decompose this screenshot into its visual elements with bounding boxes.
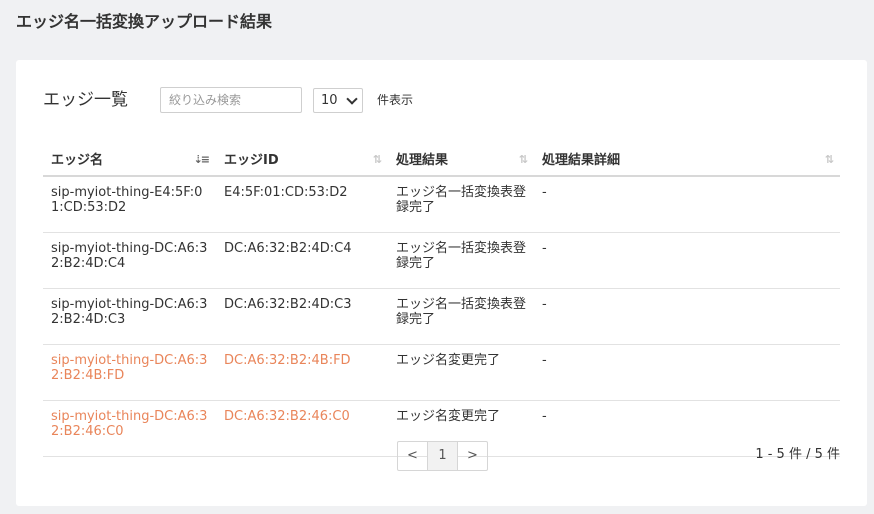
sort-icon[interactable]: ⇅: [519, 153, 528, 166]
edge-name-cell: sip-myiot-thing-DC:A6:32:B2:4D:C4: [43, 232, 216, 289]
result-cell: エッジ名一括変換表登録完了: [388, 288, 534, 345]
result-detail-cell: -: [534, 288, 840, 345]
sort-icon[interactable]: ⇅: [825, 153, 834, 166]
table-row: sip-myiot-thing-E4:5F:01:CD:53:D2 E4:5F:…: [43, 176, 840, 233]
edge-table: エッジ名 ⇣≡ エッジID ⇅ 処理結果 ⇅ 処理結果詳細 ⇅ sip-myio…: [43, 141, 840, 457]
edge-id-cell: DC:A6:32:B2:46:C0: [216, 400, 388, 457]
table-header-row: エッジ名 ⇣≡ エッジID ⇅ 処理結果 ⇅ 処理結果詳細 ⇅: [43, 141, 840, 177]
table-row: sip-myiot-thing-DC:A6:32:B2:4D:C4 DC:A6:…: [43, 232, 840, 289]
search-input[interactable]: [160, 87, 302, 113]
result-detail-cell: -: [534, 232, 840, 289]
page-button-current[interactable]: 1: [427, 442, 458, 470]
column-header-edge-id[interactable]: エッジID ⇅: [216, 141, 388, 177]
record-range-info: 1 - 5 件 / 5 件: [755, 447, 840, 462]
next-page-button[interactable]: >: [458, 442, 487, 470]
column-header-result[interactable]: 処理結果 ⇅: [388, 141, 534, 177]
result-detail-cell: -: [534, 344, 840, 401]
edge-id-cell: DC:A6:32:B2:4D:C3: [216, 288, 388, 345]
page-size-value: 10: [321, 93, 338, 108]
list-title: エッジ一覧: [43, 90, 128, 110]
sort-icon[interactable]: ⇅: [373, 153, 382, 166]
column-header-edge-name[interactable]: エッジ名 ⇣≡: [43, 141, 216, 177]
result-cell: エッジ名一括変換表登録完了: [388, 176, 534, 233]
edge-id-cell: DC:A6:32:B2:4D:C4: [216, 232, 388, 289]
table-row: sip-myiot-thing-DC:A6:32:B2:4D:C3 DC:A6:…: [43, 288, 840, 345]
page-size-select[interactable]: 10: [313, 88, 363, 113]
result-cell: エッジ名一括変換表登録完了: [388, 232, 534, 289]
edge-name-cell: sip-myiot-thing-E4:5F:01:CD:53:D2: [43, 176, 216, 233]
result-cell: エッジ名変更完了: [388, 344, 534, 401]
chevron-down-icon: [346, 93, 358, 105]
prev-page-button[interactable]: <: [398, 442, 427, 470]
column-header-label: エッジID: [224, 152, 279, 168]
pagination: < 1 >: [397, 441, 488, 471]
table-row: sip-myiot-thing-DC:A6:32:B2:4B:FD DC:A6:…: [43, 344, 840, 401]
edge-id-cell: DC:A6:32:B2:4B:FD: [216, 344, 388, 401]
column-header-label: 処理結果詳細: [542, 152, 621, 168]
page-title: エッジ名一括変換アップロード結果: [16, 12, 273, 31]
edge-id-cell: E4:5F:01:CD:53:D2: [216, 176, 388, 233]
edge-list-card: エッジ一覧 10 件表示 エッジ名 ⇣≡ エッジID ⇅ 処理結果 ⇅: [16, 60, 867, 506]
column-header-label: エッジ名: [51, 152, 104, 168]
column-header-label: 処理結果: [396, 152, 449, 168]
edge-name-cell: sip-myiot-thing-DC:A6:32:B2:46:C0: [43, 400, 216, 457]
edge-name-cell: sip-myiot-thing-DC:A6:32:B2:4D:C3: [43, 288, 216, 345]
page-size-suffix: 件表示: [377, 93, 414, 107]
result-detail-cell: -: [534, 176, 840, 233]
column-header-result-detail[interactable]: 処理結果詳細 ⇅: [534, 141, 840, 177]
edge-name-cell: sip-myiot-thing-DC:A6:32:B2:4B:FD: [43, 344, 216, 401]
sort-desc-icon[interactable]: ⇣≡: [194, 153, 211, 166]
